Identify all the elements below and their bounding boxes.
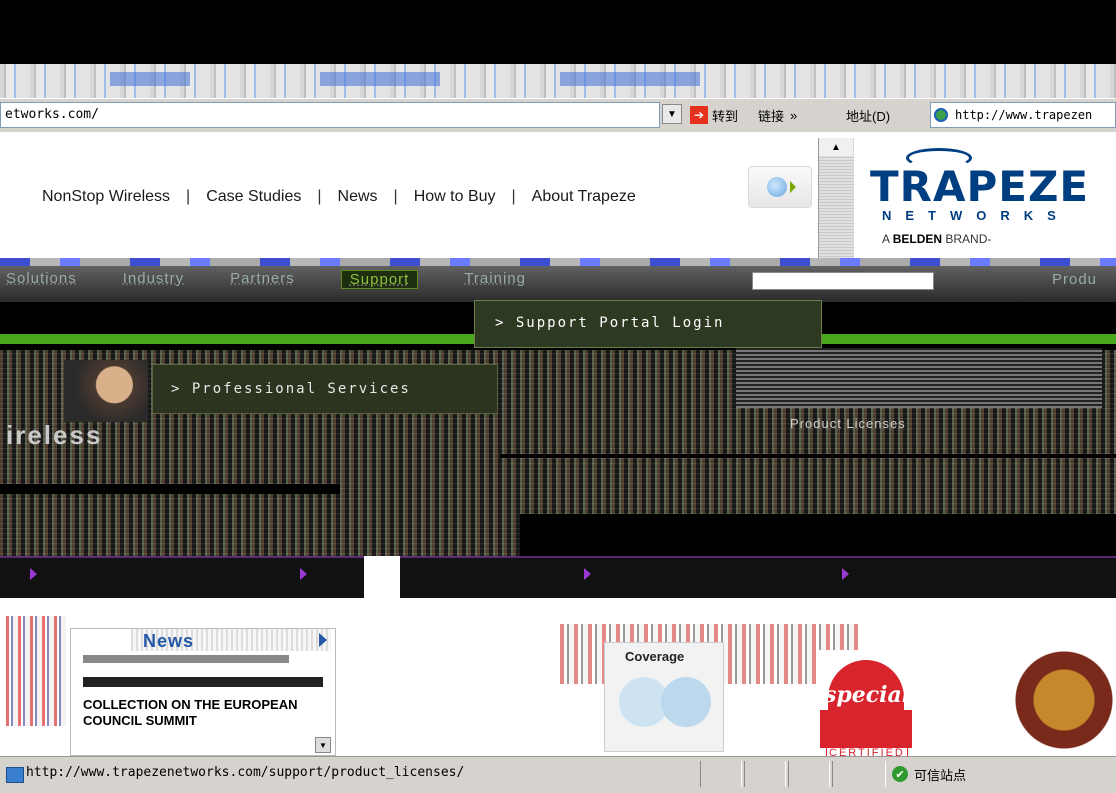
news-scroll-down-button[interactable]: ▼ [315,737,331,753]
hero-wireless-text: ireless [6,420,103,450]
logo-networks: NETWORKS [882,208,1070,223]
chevron-down-icon: ▼ [319,740,327,750]
professional-services-menu: > Professional Services [152,364,498,414]
toolbar-glitch [320,72,440,86]
status-cell [744,761,786,787]
hero-tab[interactable] [30,568,37,580]
cert-badge-body [820,710,912,748]
ie-page-icon [934,108,948,122]
address-input[interactable]: etworks.com/ [0,102,660,128]
page-icon [6,767,24,783]
news-panel: News COLLECTION ON THE EUROPEAN COUNCIL … [70,628,336,756]
hero-tab[interactable] [842,568,849,580]
links-button[interactable]: 链接 » [758,104,797,126]
address-bar-row: etworks.com/ ▼ ➔ 转到 链接 » 地址(D) http://ww… [0,98,1116,134]
lower-left-image [6,616,66,726]
tagline-prefix: A [882,232,893,246]
links-chevron-icon: » [790,107,798,123]
tabs-glitch-block [364,556,400,600]
menu-item-product-licenses[interactable]: Product Licenses [790,416,906,431]
status-cell [700,761,742,787]
hero-person-image [64,360,148,422]
address-dropdown-button[interactable]: ▼ [662,104,682,124]
nav-glitch [0,258,1116,266]
go-label: 转到 [712,108,739,124]
award-badge[interactable] [1014,650,1114,750]
top-nav: NonStop Wireless | Case Studies | News |… [42,188,636,206]
play-arrow-icon [790,181,796,193]
toolbar-glitch [560,72,700,86]
coverage-circle [661,677,711,727]
main-nav-items: Solutions Industry Partners Support Trai… [6,270,526,289]
nav-partners[interactable]: Partners [230,270,295,289]
hero-glitch [736,348,1102,408]
tab-arrow-icon [842,568,849,580]
top-nav-case-studies[interactable]: Case Studies [206,188,301,206]
hero-stripe [520,514,1116,556]
support-dropdown-menu: > Support Portal Login [474,300,822,348]
news-title[interactable]: News [143,631,194,652]
tab-arrow-icon [300,568,307,580]
chevron-up-icon: ▲ [831,141,841,153]
tagline-belden: BELDEN [892,232,943,246]
window-top-area [0,0,1116,64]
coverage-promo[interactable]: Coverage [604,642,724,752]
nav-separator: | [511,188,516,205]
tagline-suffix: BRAND- [942,232,992,246]
browser-toolbar [0,64,1116,98]
hero-tab[interactable] [300,568,307,580]
nav-separator: | [186,188,191,205]
nav-products[interactable]: Produ [1052,271,1097,288]
top-nav-about-trapeze[interactable]: About Trapeze [532,188,636,206]
hero-stripe [500,454,1116,458]
nav-industry[interactable]: Industry [123,270,184,289]
nav-support[interactable]: Support [340,270,419,289]
links-label: 链接 [758,108,785,124]
news-divider [83,677,323,687]
main-nav-bar: Solutions Industry Partners Support Trai… [0,258,1116,302]
news-arrow-icon[interactable] [319,633,327,647]
hero-tab[interactable] [584,568,591,580]
menu-item-professional-services[interactable]: > Professional Services [171,381,411,397]
browser-status-bar: http://www.trapezenetworks.com/support/p… [0,756,1116,793]
logo-wordmark: TRAPEZE [870,162,1090,211]
scroll-up-button[interactable]: ▲ [819,138,853,156]
hero-stripe [0,484,340,494]
globe-icon [767,177,787,197]
toolbar-glitch [110,72,190,86]
news-divider [83,655,289,663]
arrow-right-icon: ➔ [690,106,708,124]
top-nav-news[interactable]: News [338,188,378,206]
nav-separator: | [393,188,398,205]
top-nav-nonstop-wireless[interactable]: NonStop Wireless [42,188,170,206]
menu-item-support-portal-login[interactable]: > Support Portal Login [495,315,724,331]
tab-arrow-icon [30,568,37,580]
security-zone[interactable]: ✔ 可信站点 [892,763,966,785]
search-input[interactable] [752,272,934,290]
status-url: http://www.trapezenetworks.com/support/p… [26,765,465,780]
address-label: 地址(D) [846,108,891,124]
hero-tabs-bar [0,556,1116,600]
status-cell [788,761,830,787]
status-cell [832,761,886,787]
security-zone-label: 可信站点 [914,767,967,783]
news-headline[interactable]: COLLECTION ON THE EUROPEAN COUNCIL SUMMI… [83,697,303,729]
trapeze-logo[interactable]: TRAPEZE NETWORKS A BELDEN BRAND- [870,148,1088,248]
chevron-down-icon: ▼ [667,108,677,120]
nav-solutions[interactable]: Solutions [6,270,77,289]
top-nav-how-to-buy[interactable]: How to Buy [414,188,496,206]
check-icon: ✔ [892,766,908,782]
nav-training[interactable]: Training [464,270,526,289]
address-input-secondary[interactable]: http://www.trapezen [930,102,1116,128]
tab-arrow-icon [584,568,591,580]
logo-tagline: A BELDEN BRAND- [882,232,991,246]
page-scrollbar[interactable] [818,138,854,268]
certified-badge[interactable]: special CERTIFIED [818,650,914,760]
cert-badge-word: special [824,682,911,708]
nav-separator: | [317,188,322,205]
coverage-label: Coverage [625,649,685,664]
language-globe-button[interactable] [748,166,812,208]
go-button[interactable]: ➔ 转到 [690,104,738,126]
